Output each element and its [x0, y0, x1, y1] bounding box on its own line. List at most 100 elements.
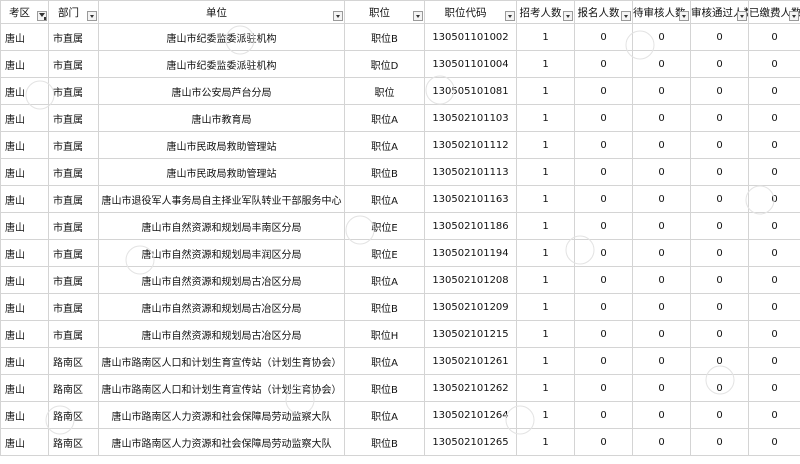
cell-area[interactable]: 唐山	[0, 374, 49, 402]
cell-quota[interactable]: 1	[516, 158, 575, 186]
column-header-pending[interactable]: 待审核人数	[632, 0, 691, 24]
cell-passed[interactable]: 0	[690, 428, 749, 456]
cell-paid[interactable]: 0	[748, 212, 800, 240]
cell-position[interactable]: 职位	[344, 77, 425, 105]
cell-quota[interactable]: 1	[516, 212, 575, 240]
cell-dept[interactable]: 市直属	[48, 266, 99, 294]
cell-position[interactable]: 职位A	[344, 185, 425, 213]
cell-pending[interactable]: 0	[632, 212, 691, 240]
cell-code[interactable]: 130502101215	[424, 320, 517, 348]
cell-area[interactable]: 唐山	[0, 320, 49, 348]
cell-position[interactable]: 职位A	[344, 347, 425, 375]
filter-dropdown-icon[interactable]	[505, 11, 515, 21]
cell-unit[interactable]: 唐山市自然资源和规划局古冶区分局	[98, 266, 345, 294]
cell-paid[interactable]: 0	[748, 50, 800, 78]
cell-dept[interactable]: 市直属	[48, 158, 99, 186]
cell-paid[interactable]: 0	[748, 401, 800, 429]
cell-code[interactable]: 130502101163	[424, 185, 517, 213]
cell-passed[interactable]: 0	[690, 104, 749, 132]
cell-area[interactable]: 唐山	[0, 347, 49, 375]
filter-dropdown-icon[interactable]	[679, 11, 689, 21]
cell-position[interactable]: 职位A	[344, 104, 425, 132]
cell-dept[interactable]: 市直属	[48, 104, 99, 132]
cell-pending[interactable]: 0	[632, 23, 691, 51]
cell-paid[interactable]: 0	[748, 428, 800, 456]
cell-passed[interactable]: 0	[690, 158, 749, 186]
cell-code[interactable]: 130502101209	[424, 293, 517, 321]
cell-position[interactable]: 职位B	[344, 23, 425, 51]
column-header-quota[interactable]: 招考人数	[516, 0, 575, 24]
cell-quota[interactable]: 1	[516, 239, 575, 267]
cell-dept[interactable]: 市直属	[48, 131, 99, 159]
cell-code[interactable]: 130501101002	[424, 23, 517, 51]
cell-quota[interactable]: 1	[516, 428, 575, 456]
cell-passed[interactable]: 0	[690, 266, 749, 294]
cell-passed[interactable]: 0	[690, 131, 749, 159]
cell-applied[interactable]: 0	[574, 131, 633, 159]
cell-applied[interactable]: 0	[574, 50, 633, 78]
cell-applied[interactable]: 0	[574, 293, 633, 321]
cell-area[interactable]: 唐山	[0, 77, 49, 105]
cell-position[interactable]: 职位A	[344, 401, 425, 429]
cell-area[interactable]: 唐山	[0, 104, 49, 132]
cell-quota[interactable]: 1	[516, 293, 575, 321]
column-header-paid[interactable]: 已缴费人数	[748, 0, 800, 24]
cell-pending[interactable]: 0	[632, 77, 691, 105]
cell-code[interactable]: 130502101264	[424, 401, 517, 429]
cell-dept[interactable]: 市直属	[48, 23, 99, 51]
column-header-area[interactable]: 考区	[0, 0, 49, 24]
cell-unit[interactable]: 唐山市自然资源和规划局古冶区分局	[98, 320, 345, 348]
cell-quota[interactable]: 1	[516, 347, 575, 375]
cell-pending[interactable]: 0	[632, 293, 691, 321]
cell-applied[interactable]: 0	[574, 212, 633, 240]
column-header-position[interactable]: 职位	[344, 0, 425, 24]
cell-unit[interactable]: 唐山市自然资源和规划局丰润区分局	[98, 239, 345, 267]
filter-dropdown-icon[interactable]	[333, 11, 343, 21]
cell-position[interactable]: 职位D	[344, 50, 425, 78]
cell-paid[interactable]: 0	[748, 266, 800, 294]
cell-unit[interactable]: 唐山市公安局芦台分局	[98, 77, 345, 105]
cell-area[interactable]: 唐山	[0, 185, 49, 213]
cell-pending[interactable]: 0	[632, 185, 691, 213]
cell-position[interactable]: 职位A	[344, 266, 425, 294]
cell-position[interactable]: 职位A	[344, 131, 425, 159]
cell-paid[interactable]: 0	[748, 374, 800, 402]
column-header-code[interactable]: 职位代码	[424, 0, 517, 24]
cell-paid[interactable]: 0	[748, 320, 800, 348]
cell-paid[interactable]: 0	[748, 185, 800, 213]
cell-pending[interactable]: 0	[632, 104, 691, 132]
cell-dept[interactable]: 市直属	[48, 293, 99, 321]
cell-code[interactable]: 130502101194	[424, 239, 517, 267]
cell-code[interactable]: 130502101112	[424, 131, 517, 159]
cell-dept[interactable]: 市直属	[48, 320, 99, 348]
cell-dept[interactable]: 路南区	[48, 428, 99, 456]
cell-paid[interactable]: 0	[748, 347, 800, 375]
cell-unit[interactable]: 唐山市纪委监委派驻机构	[98, 50, 345, 78]
cell-quota[interactable]: 1	[516, 374, 575, 402]
cell-passed[interactable]: 0	[690, 293, 749, 321]
cell-passed[interactable]: 0	[690, 212, 749, 240]
cell-passed[interactable]: 0	[690, 23, 749, 51]
cell-passed[interactable]: 0	[690, 77, 749, 105]
cell-pending[interactable]: 0	[632, 266, 691, 294]
cell-area[interactable]: 唐山	[0, 158, 49, 186]
cell-applied[interactable]: 0	[574, 239, 633, 267]
cell-area[interactable]: 唐山	[0, 212, 49, 240]
cell-applied[interactable]: 0	[574, 401, 633, 429]
column-header-unit[interactable]: 单位	[98, 0, 345, 24]
cell-passed[interactable]: 0	[690, 320, 749, 348]
cell-pending[interactable]: 0	[632, 320, 691, 348]
cell-paid[interactable]: 0	[748, 239, 800, 267]
cell-code[interactable]: 130502101208	[424, 266, 517, 294]
cell-unit[interactable]: 唐山市民政局救助管理站	[98, 158, 345, 186]
filter-dropdown-icon[interactable]	[563, 11, 573, 21]
cell-dept[interactable]: 路南区	[48, 401, 99, 429]
cell-unit[interactable]: 唐山市教育局	[98, 104, 345, 132]
cell-position[interactable]: 职位H	[344, 320, 425, 348]
cell-code[interactable]: 130505101081	[424, 77, 517, 105]
cell-pending[interactable]: 0	[632, 131, 691, 159]
cell-quota[interactable]: 1	[516, 320, 575, 348]
cell-area[interactable]: 唐山	[0, 266, 49, 294]
cell-position[interactable]: 职位E	[344, 212, 425, 240]
cell-passed[interactable]: 0	[690, 374, 749, 402]
